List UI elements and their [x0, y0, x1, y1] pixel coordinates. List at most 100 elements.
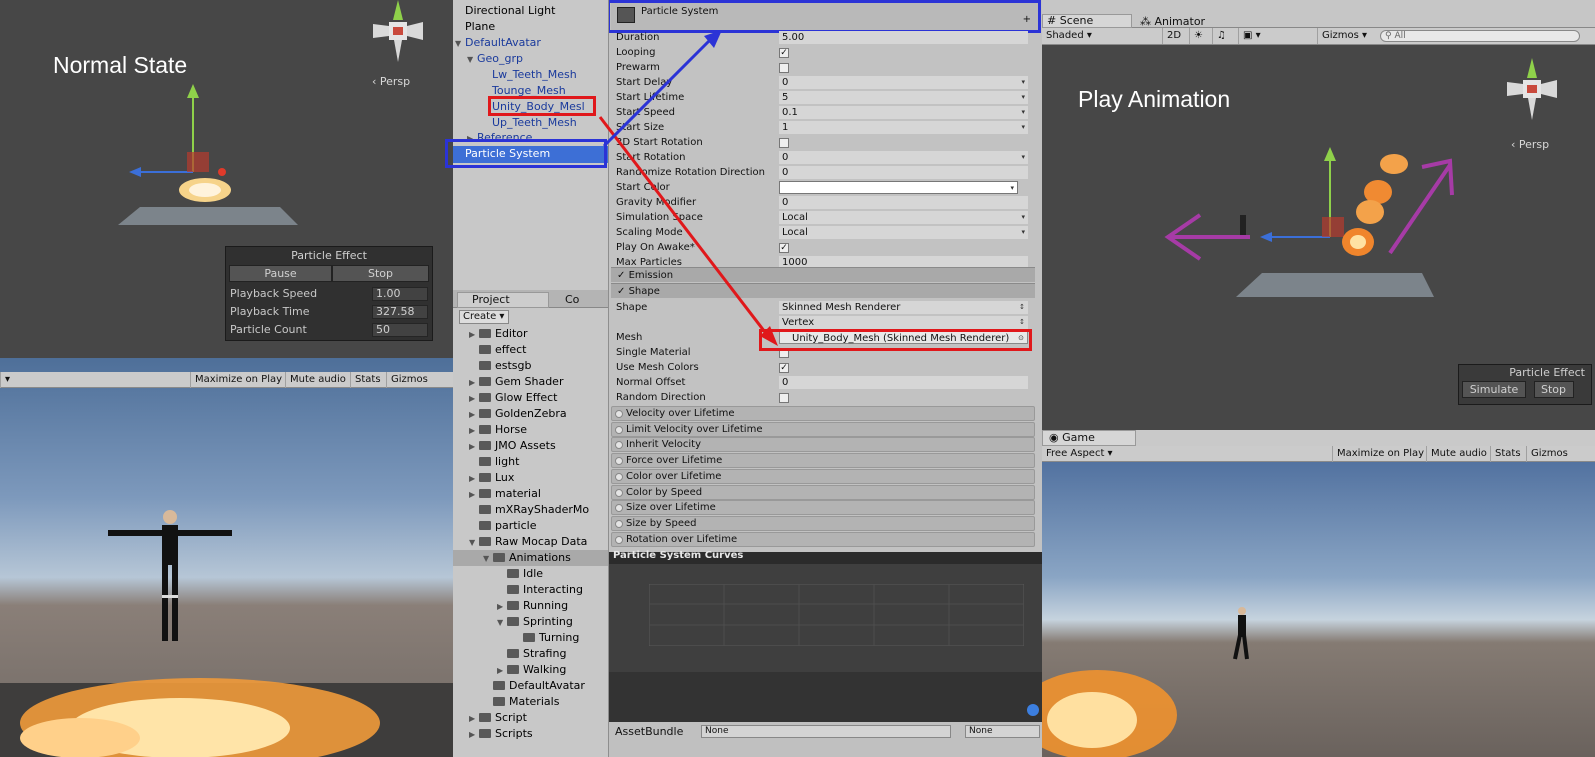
hierarchy-item-up-teeth-mesh[interactable]: Up_Teeth_Mesh — [492, 116, 577, 129]
folder-scripts[interactable]: ▶ Scripts — [469, 726, 533, 742]
folder-walking[interactable]: ▶ Walking — [497, 662, 566, 678]
folder-turning[interactable]: Turning — [523, 630, 579, 646]
module-toggle-icon[interactable] — [615, 425, 623, 434]
inspector-checkbox[interactable] — [779, 63, 789, 73]
chevron-down-icon[interactable]: ▾ — [1021, 106, 1025, 119]
gizmos-dropdown[interactable]: Gizmos ▾ — [1317, 28, 1371, 44]
shading-mode-dropdown[interactable]: Shaded ▾ — [1042, 28, 1160, 44]
folder-material[interactable]: ▶ material — [469, 486, 541, 502]
module-toggle-icon[interactable] — [615, 410, 623, 418]
aspect-dropdown[interactable]: ▾ — [0, 372, 58, 388]
inspector-field[interactable]: Local ▾ — [779, 226, 1028, 239]
module-header[interactable]: Velocity over Lifetime — [611, 406, 1035, 421]
chevron-updown-icon[interactable]: ↕ — [1019, 301, 1025, 314]
folder-strafing[interactable]: Strafing — [507, 646, 566, 662]
variant-dropdown[interactable]: None — [965, 725, 1040, 738]
inspector-field[interactable]: 0.1 ▾ — [779, 106, 1028, 119]
module-toggle-icon[interactable] — [615, 535, 623, 544]
module-toggle-icon[interactable] — [615, 504, 623, 513]
effects-toggle-icon[interactable]: ▣ ▾ — [1238, 28, 1265, 44]
scene-orientation-gizmo-icon[interactable] — [363, 0, 433, 70]
folder-defaultavatar[interactable]: DefaultAvatar — [493, 678, 585, 694]
simulate-button[interactable]: Simulate — [1462, 381, 1526, 398]
gizmos-button[interactable]: Gizmos — [1526, 446, 1572, 462]
chevron-down-icon[interactable]: ▾ — [1010, 182, 1014, 195]
folder-idle[interactable]: Idle — [507, 566, 543, 582]
game-view-left[interactable]: ▾ Maximize on Play Mute audio Stats Gizm… — [0, 358, 453, 757]
folder-particle[interactable]: particle — [479, 518, 537, 534]
hierarchy-item-geo-grp[interactable]: ▼ Geo_grp — [467, 52, 523, 65]
hierarchy-item-plane[interactable]: Plane — [465, 20, 495, 33]
shape-field[interactable]: 0 — [779, 376, 1028, 389]
tab-game[interactable]: ◉ Game — [1042, 430, 1136, 446]
tab-project[interactable]: Project — [457, 292, 549, 308]
shape-checkbox[interactable]: ✓ — [779, 363, 789, 373]
inspector-field[interactable]: ▾ — [779, 181, 1018, 194]
module-toggle-icon[interactable] — [615, 457, 623, 466]
folder-raw-mocap-data[interactable]: ▼ Raw Mocap Data — [469, 534, 587, 550]
inspector-field[interactable]: 0 — [779, 166, 1028, 179]
module-header[interactable]: Color over Lifetime — [611, 468, 1035, 484]
folder-running[interactable]: ▶ Running — [497, 598, 568, 614]
module-emission[interactable]: ✓ Emission — [611, 267, 1035, 282]
module-header[interactable]: Force over Lifetime — [611, 453, 1035, 469]
module-header[interactable]: Inherit Velocity — [611, 437, 1035, 453]
gizmos-button[interactable]: Gizmos — [386, 372, 432, 388]
playback-speed-field[interactable]: 1.00 — [372, 287, 428, 301]
folder-goldenzebra[interactable]: ▶ GoldenZebra — [469, 406, 567, 422]
maximize-on-play-button[interactable]: Maximize on Play — [1332, 446, 1428, 462]
stop-button[interactable]: Stop — [1533, 381, 1574, 398]
expand-triangle-icon[interactable]: ▼ — [467, 55, 477, 64]
folder-interacting[interactable]: Interacting — [507, 582, 583, 598]
hierarchy-item-defaultavatar[interactable]: ▼ DefaultAvatar — [455, 36, 541, 49]
chevron-down-icon[interactable]: ▾ — [1021, 121, 1025, 134]
folder-materials[interactable]: Materials — [493, 694, 559, 710]
curve-editor-area[interactable] — [609, 564, 1042, 672]
module-header[interactable]: Rotation over Lifetime — [611, 531, 1035, 547]
folder-effect[interactable]: effect — [479, 342, 526, 358]
tab-animator[interactable]: ⁂ Animator — [1140, 15, 1205, 28]
chevron-down-icon[interactable]: ▾ — [1021, 91, 1025, 104]
scene-view-left[interactable]: Normal State ‹ Persp Particle Effect Pau… — [0, 0, 453, 358]
create-dropdown[interactable]: Create ▾ — [459, 310, 509, 324]
module-toggle-icon[interactable] — [615, 472, 623, 481]
folder-jmo-assets[interactable]: ▶ JMO Assets — [469, 438, 556, 454]
inspector-field[interactable]: Local ▾ — [779, 211, 1028, 224]
folder-lux[interactable]: ▶ Lux — [469, 470, 514, 486]
lighting-toggle-icon[interactable]: ☀ — [1189, 28, 1207, 44]
folder-animations[interactable]: ▼ Animations — [483, 550, 571, 566]
stats-button[interactable]: Stats — [1490, 446, 1525, 462]
folder-editor[interactable]: ▶ Editor — [469, 326, 528, 342]
folder-glow-effect[interactable]: ▶ Glow Effect — [469, 390, 557, 406]
chevron-updown-icon[interactable]: ↕ — [1019, 316, 1025, 329]
module-shape[interactable]: ✓ Shape — [611, 283, 1035, 298]
game-view-right[interactable]: ◉ Game Free Aspect ▾ Maximize on Play Mu… — [1042, 430, 1595, 757]
module-header[interactable]: Size over Lifetime — [611, 500, 1035, 516]
chevron-down-icon[interactable]: ▾ — [1021, 151, 1025, 164]
inspector-checkbox[interactable] — [779, 138, 789, 148]
expand-triangle-icon[interactable]: ▼ — [455, 39, 465, 48]
playback-time-field[interactable]: 327.58 — [372, 305, 428, 319]
tag-icon[interactable] — [1027, 704, 1039, 716]
audio-toggle-icon[interactable]: ♫ — [1212, 28, 1230, 44]
folder-light[interactable]: light — [479, 454, 519, 470]
mute-audio-button[interactable]: Mute audio — [1426, 446, 1491, 462]
inspector-checkbox[interactable]: ✓ — [779, 243, 789, 253]
maximize-on-play-button[interactable]: Maximize on Play — [190, 372, 286, 388]
shape-field[interactable]: Skinned Mesh Renderer ↕ — [779, 301, 1028, 314]
inspector-field[interactable]: 5.00 — [779, 31, 1028, 44]
aspect-dropdown[interactable]: Free Aspect ▾ — [1042, 446, 1202, 462]
stats-button[interactable]: Stats — [350, 372, 385, 388]
hierarchy-item-lw-teeth-mesh[interactable]: Lw_Teeth_Mesh — [492, 68, 577, 81]
tab-console[interactable]: Co — [565, 293, 579, 306]
scene-search-input[interactable]: ⚲ All — [1380, 30, 1580, 42]
assetbundle-dropdown[interactable]: None — [701, 725, 951, 738]
chevron-down-icon[interactable]: ▾ — [1021, 211, 1025, 224]
shape-field[interactable]: Vertex ↕ — [779, 316, 1028, 329]
scene-orientation-gizmo-icon[interactable] — [1497, 58, 1567, 128]
shape-checkbox[interactable] — [779, 393, 789, 403]
stop-button[interactable]: Stop — [332, 265, 429, 282]
folder-horse[interactable]: ▶ Horse — [469, 422, 527, 438]
scene-view-right[interactable]: # Scene ⁂ Animator Shaded ▾ 2D ☀ ♫ ▣ ▾ G… — [1042, 0, 1595, 430]
inspector-field[interactable]: 0 — [779, 196, 1028, 209]
